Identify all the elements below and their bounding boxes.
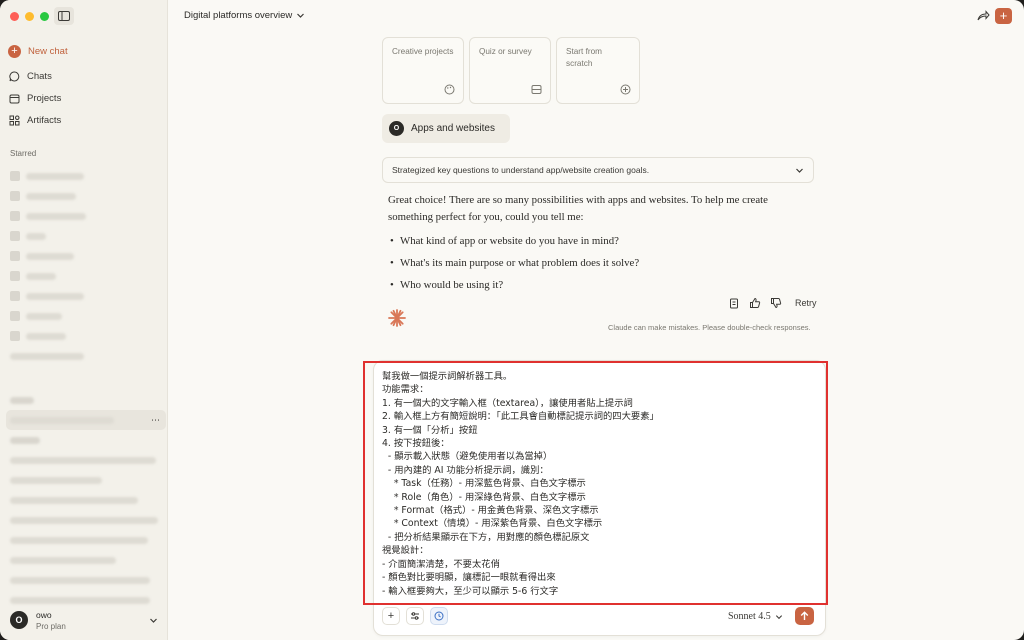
list-item: What's its main purpose or what problem … — [388, 255, 788, 272]
window-controls — [10, 12, 49, 21]
selected-option-chip: O Apps and websites — [382, 114, 510, 143]
new-chat-button[interactable]: + New chat — [8, 43, 68, 59]
list-item[interactable] — [10, 490, 160, 510]
thinking-summary[interactable]: Strategized key questions to understand … — [382, 157, 814, 183]
list-item: Who would be using it? — [388, 277, 788, 294]
list-item[interactable] — [10, 166, 160, 186]
plus-circle-icon — [620, 84, 631, 95]
disclaimer-text: Claude can make mistakes. Please double-… — [608, 323, 811, 332]
starred-section-title: Starred — [10, 149, 37, 158]
attach-button[interactable]: + — [382, 607, 400, 625]
model-selector[interactable]: Sonnet 4.5 — [728, 611, 783, 622]
suggestion-cards: Creative projects Quiz or survey Start f… — [382, 37, 640, 104]
plus-icon: + — [387, 610, 395, 622]
arrow-up-icon — [800, 611, 809, 620]
tools-button[interactable] — [406, 607, 424, 625]
list-item[interactable] — [10, 530, 160, 550]
avatar: O — [389, 121, 404, 136]
list-item[interactable] — [10, 326, 160, 346]
send-button[interactable] — [795, 607, 814, 625]
message-input[interactable]: 幫我做一個提示詞解析器工具。 功能需求： 1. 有一個大的文字輸入框（texta… — [382, 370, 822, 602]
chevron-down-icon — [297, 13, 305, 18]
extended-thinking-button[interactable] — [430, 607, 448, 625]
plus-icon: + — [8, 44, 21, 58]
folder-icon — [8, 92, 20, 104]
list-item[interactable] — [10, 246, 160, 266]
new-chat-label: New chat — [28, 45, 68, 57]
palette-icon — [444, 84, 455, 95]
list-item[interactable] — [10, 226, 160, 246]
chevron-down-icon — [775, 614, 782, 619]
response-bullets: What kind of app or website do you have … — [388, 233, 788, 293]
response-intro: Great choice! There are so many possibil… — [388, 194, 768, 223]
list-item[interactable] — [10, 206, 160, 226]
message-actions: Retry — [728, 297, 817, 309]
list-item-active[interactable]: ⋯ — [6, 410, 166, 430]
sidebar-item-projects[interactable]: Projects — [8, 90, 61, 106]
sidebar: + New chat Chats Projects Artifacts Star… — [0, 0, 168, 640]
sidebar-item-label: Chats — [27, 70, 52, 82]
artifacts-grid-icon — [8, 114, 20, 126]
assistant-response: Great choice! There are so many possibil… — [388, 192, 788, 299]
model-name: Sonnet 4.5 — [728, 611, 771, 622]
list-item[interactable] — [10, 266, 160, 286]
user-plan: Pro plan — [36, 621, 66, 631]
user-name: owo — [36, 609, 52, 620]
list-item[interactable] — [10, 430, 160, 450]
more-options-icon[interactable]: ⋯ — [151, 415, 166, 426]
card-creative-projects[interactable]: Creative projects — [382, 37, 464, 104]
sidebar-item-label: Projects — [27, 92, 62, 104]
card-label: Quiz or survey — [479, 47, 532, 56]
list-item[interactable] — [10, 186, 160, 206]
sidebar-panel-icon — [58, 11, 70, 21]
card-label: Start from scratch — [566, 47, 602, 68]
sidebar-item-label: Artifacts — [27, 114, 62, 126]
user-menu[interactable]: O owo Pro plan — [0, 600, 168, 640]
recent-list: ⋯ — [6, 390, 166, 610]
list-item[interactable] — [10, 450, 160, 470]
conversation-title-button[interactable]: Digital platforms overview — [184, 10, 305, 21]
list-item[interactable] — [10, 470, 160, 490]
claude-logo-icon — [388, 309, 406, 327]
card-label: Creative projects — [392, 47, 454, 56]
copy-icon[interactable] — [728, 297, 740, 309]
list-item[interactable] — [10, 286, 160, 306]
thinking-summary-text: Strategized key questions to understand … — [392, 165, 650, 175]
sliders-icon — [411, 612, 419, 620]
topbar: Digital platforms overview + — [168, 0, 1024, 32]
card-start-from-scratch[interactable]: Start from scratch — [556, 37, 640, 104]
thumbs-down-icon[interactable] — [770, 297, 782, 309]
chevron-down-icon — [796, 168, 803, 173]
clock-icon — [434, 611, 444, 621]
list-item[interactable] — [10, 390, 160, 410]
chevron-down-icon — [150, 618, 157, 623]
selected-option-label: Apps and websites — [411, 123, 495, 134]
maximize-window-button[interactable] — [40, 12, 49, 21]
list-item[interactable] — [10, 306, 160, 326]
sidebar-item-chats[interactable]: Chats — [8, 68, 52, 84]
conversation-title: Digital platforms overview — [184, 10, 293, 21]
share-icon[interactable] — [976, 9, 990, 23]
list-item[interactable] — [10, 510, 160, 530]
list-item[interactable] — [10, 570, 160, 590]
starred-list — [10, 166, 160, 366]
minimize-window-button[interactable] — [25, 12, 34, 21]
sidebar-toggle-button[interactable] — [54, 7, 74, 25]
close-window-button[interactable] — [10, 12, 19, 21]
composer-toolbar: + — [382, 607, 448, 625]
retry-button[interactable]: Retry — [795, 298, 817, 308]
avatar: O — [10, 611, 28, 629]
main-area: Digital platforms overview + Creative pr… — [168, 0, 1024, 640]
thumbs-up-icon[interactable] — [749, 297, 761, 309]
new-chat-plus-button[interactable]: + — [995, 8, 1012, 24]
list-item[interactable] — [10, 346, 160, 366]
list-item[interactable] — [10, 550, 160, 570]
card-quiz-or-survey[interactable]: Quiz or survey — [469, 37, 551, 104]
sidebar-item-artifacts[interactable]: Artifacts — [8, 112, 61, 128]
list-item: What kind of app or website do you have … — [388, 233, 788, 250]
chat-bubble-icon — [8, 70, 20, 82]
app-window: + New chat Chats Projects Artifacts Star… — [0, 0, 1024, 640]
list-icon — [531, 85, 542, 94]
